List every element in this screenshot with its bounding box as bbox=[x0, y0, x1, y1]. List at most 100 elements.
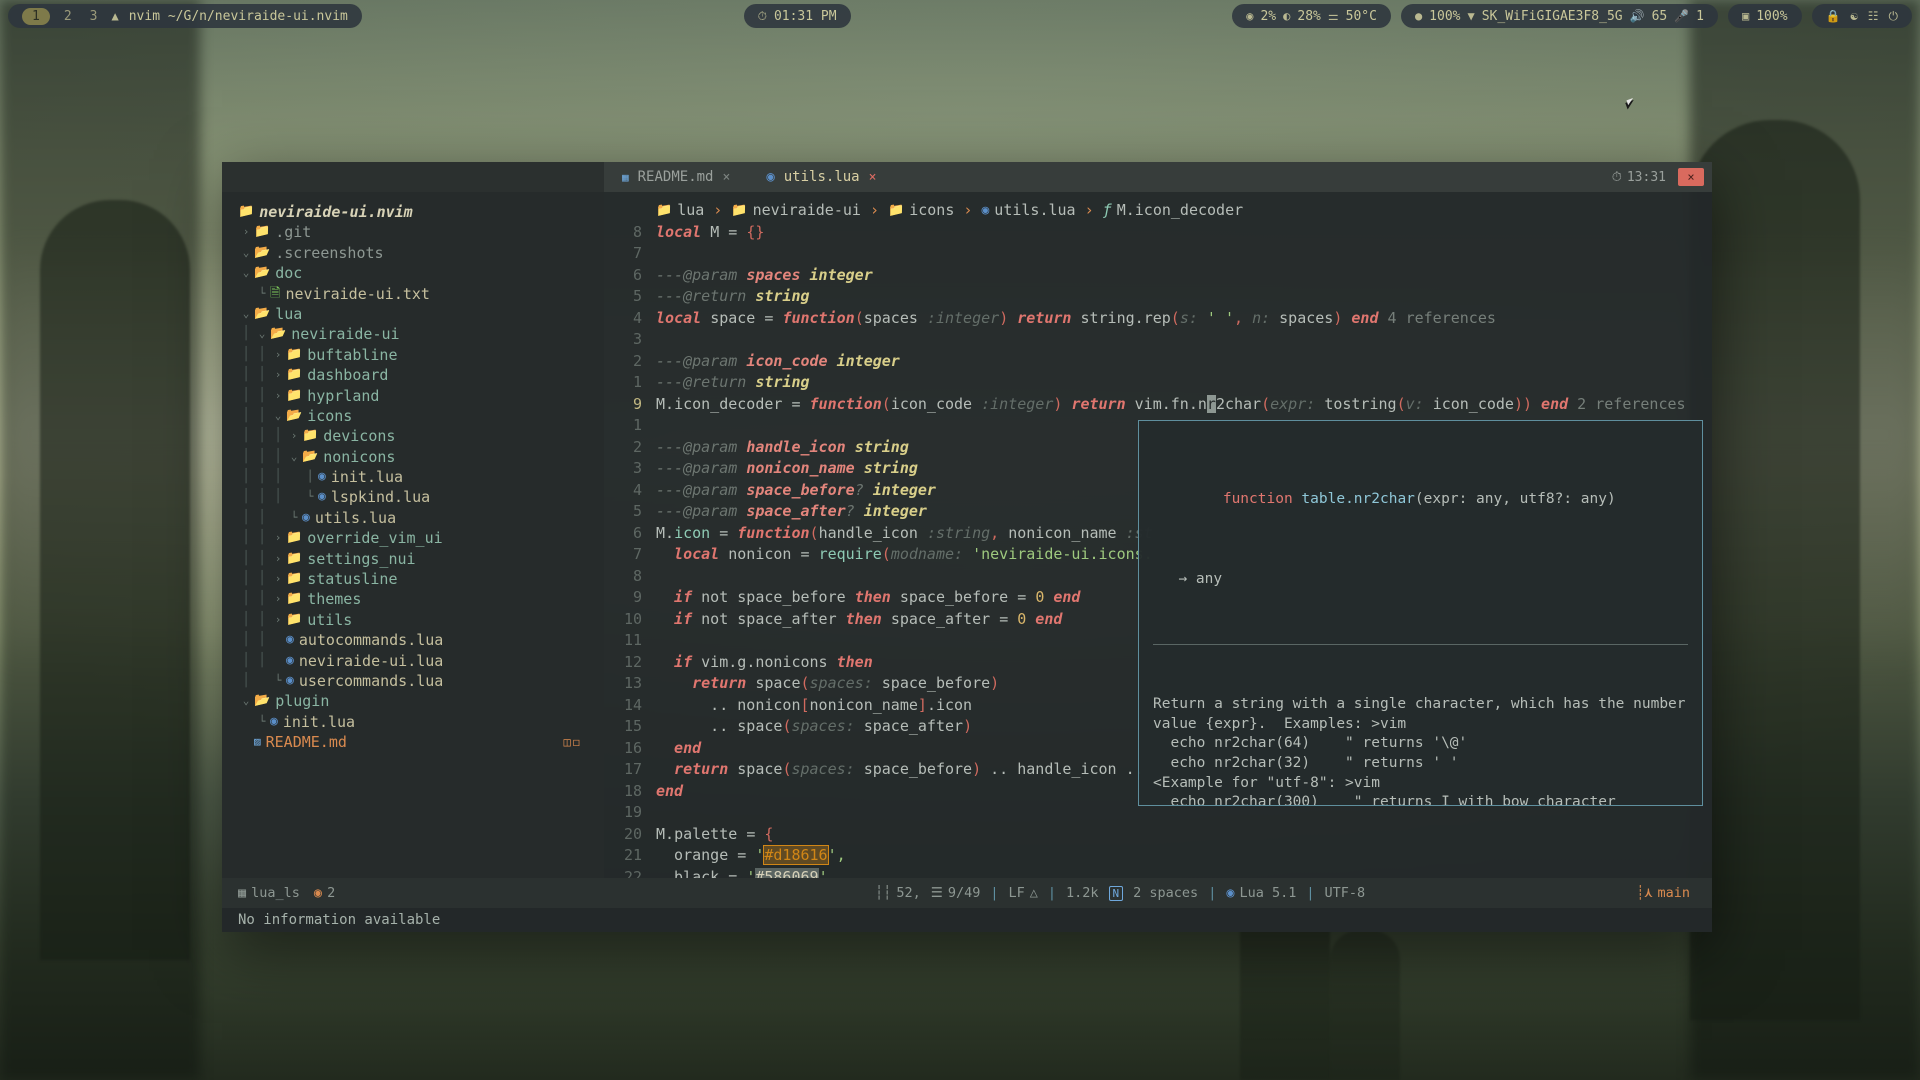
tree-item[interactable]: ⌄📂.screenshots bbox=[238, 243, 604, 263]
lock-icon[interactable]: 🔒 bbox=[1826, 9, 1841, 23]
code-token: spaces: bbox=[810, 674, 882, 692]
code-token: ---@param bbox=[656, 459, 746, 477]
code-line[interactable]: 4local space = function(spaces :integer)… bbox=[604, 308, 1712, 330]
code-line[interactable]: 1---@return string bbox=[604, 372, 1712, 394]
chevron-right-icon[interactable]: › bbox=[270, 549, 286, 569]
system-stats-widget[interactable]: ◉ 2% ◐ 28% ⚌ 50°C bbox=[1232, 4, 1391, 28]
tree-item[interactable]: ▨README.md◫◻ bbox=[238, 732, 604, 752]
tree-root[interactable]: 📁 neviraide-ui.nvim bbox=[238, 202, 604, 222]
breadcrumb-item[interactable]: 📁lua bbox=[656, 200, 704, 222]
tree-item[interactable]: ││›📁utils bbox=[238, 610, 604, 630]
tab-utils-lua[interactable]: ◉ utils.lua × bbox=[748, 162, 894, 192]
chevron-right-icon[interactable]: › bbox=[270, 569, 286, 589]
tree-item[interactable]: ⌄📂doc bbox=[238, 263, 604, 283]
tree-item[interactable]: │⌄📂neviraide-ui bbox=[238, 324, 604, 344]
code-text: if not space_before then space_before = … bbox=[656, 587, 1080, 609]
code-token: fn bbox=[1171, 395, 1189, 413]
code-line[interactable]: 2---@param icon_code integer bbox=[604, 351, 1712, 373]
code-line[interactable]: 7 bbox=[604, 243, 1712, 265]
tree-item[interactable]: ││›📁themes bbox=[238, 589, 604, 609]
code-token: ( bbox=[1171, 309, 1180, 327]
code-token: = bbox=[1017, 588, 1035, 606]
tree-item[interactable]: ⌄📂plugin bbox=[238, 691, 604, 711]
tree-guide: │ bbox=[254, 406, 270, 426]
window-top-row: ▦ README.md × ◉ utils.lua × ⏱ 13:31 × bbox=[222, 162, 1712, 192]
network-icon[interactable]: ☷ bbox=[1868, 9, 1879, 23]
tree-item[interactable]: │└◉usercommands.lua bbox=[238, 671, 604, 691]
chevron-right-icon[interactable]: › bbox=[270, 386, 286, 406]
workspaces-and-title[interactable]: 1 2 3 ▲ nvim ~/G/n/neviraide-ui.nvim bbox=[8, 4, 362, 28]
tree-item[interactable]: ││›📁override_vim_ui bbox=[238, 528, 604, 548]
code-token: ---@param bbox=[656, 266, 746, 284]
network-widget[interactable]: ● 100% ▼ SK_WiFiGIGAE3F8_5G 🔊 65 🎤 1 bbox=[1401, 4, 1718, 28]
code-token: spaces: bbox=[791, 717, 863, 735]
code-line[interactable]: 20M.palette = { bbox=[604, 824, 1712, 846]
tree-item[interactable]: ›📁.git bbox=[238, 222, 604, 242]
code-line[interactable]: 9M.icon_decoder = function(icon_code :in… bbox=[604, 394, 1712, 416]
code-line[interactable]: 21 orange = '#d18616', bbox=[604, 845, 1712, 867]
code-line[interactable]: 3 bbox=[604, 329, 1712, 351]
clock-widget[interactable]: ⏱ 01:31 PM bbox=[744, 4, 851, 28]
tree-item[interactable]: ││││◉init.lua bbox=[238, 467, 604, 487]
tree-item[interactable]: │││›📁devicons bbox=[238, 426, 604, 446]
breadcrumb[interactable]: 📁lua › 📁neviraide-ui › 📁icons › ◉utils.l… bbox=[604, 200, 1712, 222]
code-line[interactable]: 22 black = '#586069', bbox=[604, 867, 1712, 879]
code-line[interactable]: 5---@return string bbox=[604, 286, 1712, 308]
diagnostics-status[interactable]: ◉ 2 bbox=[314, 885, 335, 901]
chevron-down-icon[interactable]: ⌄ bbox=[238, 243, 254, 263]
tree-item[interactable]: ││ ◉autocommands.lua bbox=[238, 630, 604, 650]
chevron-down-icon[interactable]: ⌄ bbox=[238, 304, 254, 324]
chevron-down-icon[interactable]: ⌄ bbox=[286, 447, 302, 467]
tree-item[interactable]: ││›📁hyprland bbox=[238, 386, 604, 406]
chevron-right-icon[interactable]: › bbox=[286, 426, 302, 446]
lsp-status[interactable]: ▦ lua_ls bbox=[238, 885, 300, 901]
breadcrumb-item[interactable]: 📁icons bbox=[888, 200, 954, 222]
tree-item[interactable]: ││⌄📂icons bbox=[238, 406, 604, 426]
tree-item[interactable]: ││›📁dashboard bbox=[238, 365, 604, 385]
breadcrumb-item[interactable]: ◉utils.lua bbox=[981, 200, 1075, 222]
tree-item[interactable]: └🗎neviraide-ui.txt bbox=[238, 284, 604, 304]
workspace-1[interactable]: 1 bbox=[22, 8, 50, 25]
file-tree-sidebar[interactable]: 📁 neviraide-ui.nvim ›📁.git⌄📂.screenshots… bbox=[222, 192, 604, 878]
code-token: = bbox=[728, 223, 746, 241]
breadcrumb-item[interactable]: 📁neviraide-ui bbox=[731, 200, 861, 222]
tree-item[interactable]: ││└◉utils.lua bbox=[238, 508, 604, 528]
workspace-3[interactable]: 3 bbox=[86, 9, 102, 24]
battery-widget[interactable]: ▣ 100% bbox=[1728, 4, 1802, 28]
buffer-tabbar[interactable]: ▦ README.md × ◉ utils.lua × ⏱ 13:31 × bbox=[604, 162, 1712, 192]
chevron-down-icon[interactable]: ⌄ bbox=[254, 324, 270, 344]
code-line[interactable]: 6---@param spaces integer bbox=[604, 265, 1712, 287]
chevron-down-icon[interactable]: ⌄ bbox=[270, 406, 286, 426]
tab-readme[interactable]: ▦ README.md × bbox=[604, 162, 748, 192]
tree-rows[interactable]: ›📁.git⌄📂.screenshots⌄📂doc└🗎neviraide-ui.… bbox=[238, 222, 604, 752]
statusline-right[interactable]: ┊⋏ main bbox=[1636, 885, 1712, 901]
bluetooth-icon[interactable]: ☯ bbox=[1851, 9, 1858, 23]
chevron-right-icon[interactable]: › bbox=[270, 365, 286, 385]
tree-item[interactable]: ││ ◉neviraide-ui.lua bbox=[238, 651, 604, 671]
tab-close-icon[interactable]: × bbox=[722, 170, 730, 185]
chevron-right-icon[interactable]: › bbox=[270, 345, 286, 365]
power-icon[interactable]: ⏻ bbox=[1889, 9, 1899, 24]
tree-item[interactable]: ││›📁settings_nui bbox=[238, 549, 604, 569]
line-number: 8 bbox=[612, 566, 642, 588]
tab-close-icon[interactable]: × bbox=[869, 170, 877, 185]
code-token: nonicons bbox=[755, 653, 836, 671]
code-token: if bbox=[656, 610, 701, 628]
workspace-2[interactable]: 2 bbox=[60, 9, 76, 24]
chevron-right-icon[interactable]: › bbox=[270, 589, 286, 609]
chevron-right-icon[interactable]: › bbox=[270, 528, 286, 548]
tree-item[interactable]: ││›📁buftabline bbox=[238, 345, 604, 365]
chevron-right-icon[interactable]: › bbox=[270, 610, 286, 630]
close-window-button[interactable]: × bbox=[1678, 168, 1704, 186]
tree-item[interactable]: │││⌄📂nonicons bbox=[238, 447, 604, 467]
breadcrumb-item[interactable]: ƒM.icon_decoder bbox=[1103, 200, 1243, 222]
tree-item[interactable]: ⌄📂lua bbox=[238, 304, 604, 324]
tree-item[interactable]: │││└◉lspkind.lua bbox=[238, 487, 604, 507]
chevron-down-icon[interactable]: ⌄ bbox=[238, 263, 254, 283]
tree-item[interactable]: └◉init.lua bbox=[238, 712, 604, 732]
tree-item[interactable]: ││›📁statusline bbox=[238, 569, 604, 589]
system-tray[interactable]: 🔒 ☯ ☷ ⏻ bbox=[1812, 4, 1912, 28]
code-line[interactable]: 8local M = {} bbox=[604, 222, 1712, 244]
chevron-right-icon[interactable]: › bbox=[238, 222, 254, 242]
chevron-down-icon[interactable]: ⌄ bbox=[238, 691, 254, 711]
